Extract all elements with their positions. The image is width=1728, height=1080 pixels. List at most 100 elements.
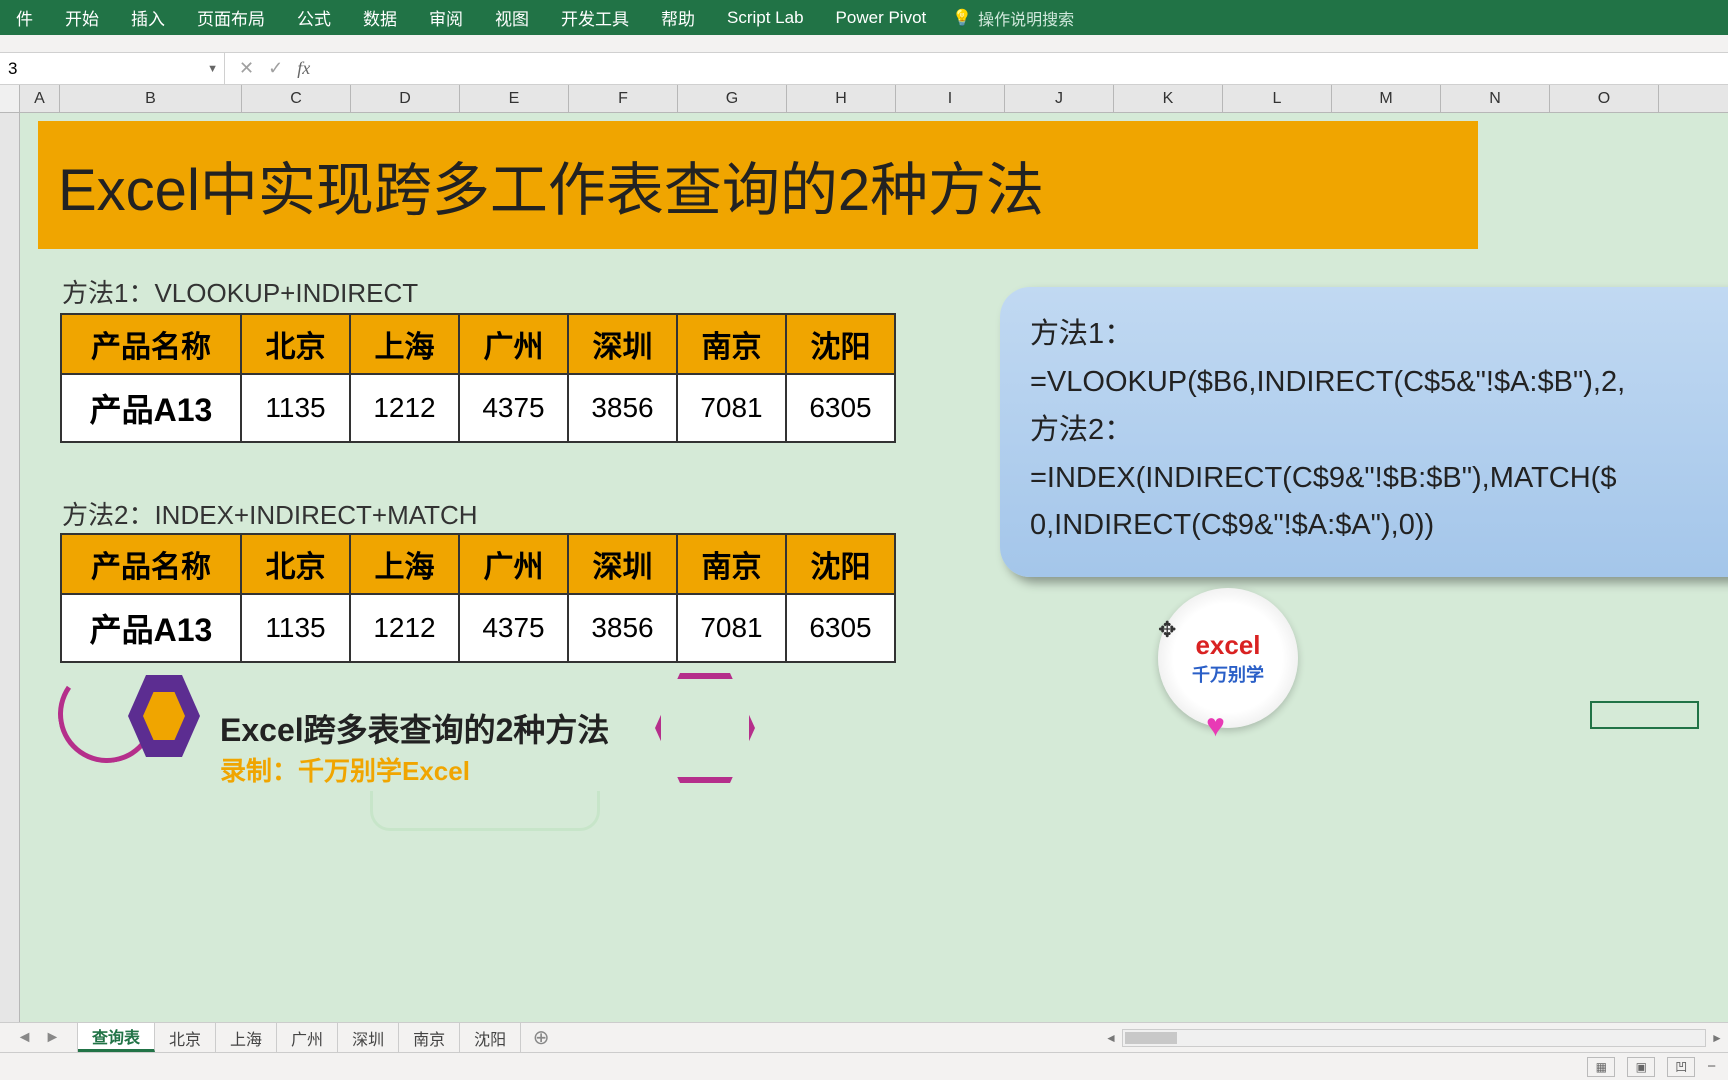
view-pagebreak-button[interactable]: 凹 (1667, 1057, 1695, 1077)
ribbon-tab-file[interactable]: 件 (0, 0, 49, 35)
ribbon-tab-dev[interactable]: 开发工具 (545, 0, 645, 35)
scroll-right-icon[interactable]: ► (1706, 1031, 1728, 1045)
bottom-banner: Excel跨多表查询的2种方法 录制：千万别学Excel (80, 683, 800, 813)
th-city[interactable]: 南京 (677, 534, 786, 594)
col-header-E[interactable]: E (460, 85, 569, 112)
th-city[interactable]: 沈阳 (786, 314, 895, 374)
cell-value[interactable]: 6305 (786, 374, 895, 442)
cell-value[interactable]: 1135 (241, 594, 350, 662)
col-header-F[interactable]: F (569, 85, 678, 112)
banner-title: Excel跨多表查询的2种方法 (220, 705, 609, 751)
ribbon-tab-data[interactable]: 数据 (347, 0, 413, 35)
banner-subtitle: 录制：千万别学Excel (220, 751, 470, 788)
cell-value[interactable]: 6305 (786, 594, 895, 662)
col-header-A[interactable]: A (20, 85, 60, 112)
ribbon-tabs: 件 开始 插入 页面布局 公式 数据 审阅 视图 开发工具 帮助 Script … (0, 0, 1728, 35)
row-headers[interactable] (0, 113, 20, 1022)
cell-value[interactable]: 1212 (350, 594, 459, 662)
formula-callout: 方法1： =VLOOKUP($B6,INDIRECT(C$5&"!$A:$B")… (1000, 287, 1728, 577)
sheet-tab-shenzhen[interactable]: 深圳 (338, 1023, 399, 1052)
th-product[interactable]: 产品名称 (61, 534, 241, 594)
table-method1: 产品名称 北京 上海 广州 深圳 南京 沈阳 产品A13 1135 1212 4… (60, 313, 896, 443)
th-city[interactable]: 北京 (241, 534, 350, 594)
sheet-content: Excel中实现跨多工作表查询的2种方法 方法1：VLOOKUP+INDIREC… (20, 113, 1728, 1022)
view-pagelayout-button[interactable]: ▣ (1627, 1057, 1655, 1077)
table-row: 产品名称 北京 上海 广州 深圳 南京 沈阳 (61, 534, 895, 594)
horizontal-scrollbar[interactable]: ◄ ► (1100, 1023, 1728, 1052)
cell-value[interactable]: 4375 (459, 594, 568, 662)
heart-icon: ♥ (1206, 707, 1225, 744)
ribbon-tab-review[interactable]: 审阅 (413, 0, 479, 35)
ribbon-tab-insert[interactable]: 插入 (115, 0, 181, 35)
sheet-tab-query[interactable]: 查询表 (78, 1023, 155, 1052)
cell-value[interactable]: 1212 (350, 374, 459, 442)
column-headers: A B C D E F G H I J K L M N O (0, 85, 1728, 113)
cancel-icon[interactable]: ✕ (239, 58, 254, 79)
col-header-K[interactable]: K (1114, 85, 1223, 112)
col-header-N[interactable]: N (1441, 85, 1550, 112)
col-header-H[interactable]: H (787, 85, 896, 112)
select-all-corner[interactable] (0, 85, 20, 112)
tell-me-label: 操作说明搜索 (978, 6, 1074, 30)
ribbon-tab-help[interactable]: 帮助 (645, 0, 711, 35)
cell-product[interactable]: 产品A13 (61, 594, 241, 662)
sheet-tab-shenyang[interactable]: 沈阳 (460, 1023, 521, 1052)
cell-value[interactable]: 1135 (241, 374, 350, 442)
cell-product[interactable]: 产品A13 (61, 374, 241, 442)
cell-value[interactable]: 7081 (677, 594, 786, 662)
scrollbar-track[interactable] (1122, 1029, 1706, 1047)
th-city[interactable]: 广州 (459, 534, 568, 594)
chevron-right-icon[interactable]: ► (45, 1029, 61, 1047)
th-city[interactable]: 广州 (459, 314, 568, 374)
ribbon-tab-formula[interactable]: 公式 (281, 0, 347, 35)
cell-value[interactable]: 7081 (677, 374, 786, 442)
scroll-left-icon[interactable]: ◄ (1100, 1031, 1122, 1045)
tell-me-search[interactable]: 💡 操作说明搜索 (952, 6, 1074, 30)
th-city[interactable]: 北京 (241, 314, 350, 374)
lightbulb-icon: 💡 (952, 8, 972, 28)
sheet-tab-beijing[interactable]: 北京 (155, 1023, 216, 1052)
badge-text1: excel (1195, 630, 1260, 661)
enter-icon[interactable]: ✓ (268, 58, 283, 79)
sheet-tab-guangzhou[interactable]: 广州 (277, 1023, 338, 1052)
col-header-C[interactable]: C (242, 85, 351, 112)
cell-value[interactable]: 4375 (459, 374, 568, 442)
col-header-D[interactable]: D (351, 85, 460, 112)
th-city[interactable]: 南京 (677, 314, 786, 374)
col-header-O[interactable]: O (1550, 85, 1659, 112)
view-normal-button[interactable]: ▦ (1587, 1057, 1615, 1077)
scrollbar-thumb[interactable] (1125, 1032, 1177, 1044)
col-header-J[interactable]: J (1005, 85, 1114, 112)
ribbon-tab-home[interactable]: 开始 (49, 0, 115, 35)
col-header-M[interactable]: M (1332, 85, 1441, 112)
th-city[interactable]: 上海 (350, 534, 459, 594)
th-city[interactable]: 深圳 (568, 534, 677, 594)
zoom-out-button[interactable]: − (1707, 1058, 1716, 1075)
col-header-L[interactable]: L (1223, 85, 1332, 112)
th-product[interactable]: 产品名称 (61, 314, 241, 374)
sheet-tab-nanjing[interactable]: 南京 (399, 1023, 460, 1052)
sheet-nav[interactable]: ◄ ► (0, 1023, 78, 1052)
ribbon-tab-powerpivot[interactable]: Power Pivot (820, 0, 943, 35)
th-city[interactable]: 上海 (350, 314, 459, 374)
th-city[interactable]: 深圳 (568, 314, 677, 374)
method1-label: 方法1：VLOOKUP+INDIRECT (62, 273, 418, 310)
th-city[interactable]: 沈阳 (786, 534, 895, 594)
status-bar: ▦ ▣ 凹 − (0, 1052, 1728, 1080)
chevron-left-icon[interactable]: ◄ (17, 1029, 33, 1047)
worksheet-area[interactable]: Excel中实现跨多工作表查询的2种方法 方法1：VLOOKUP+INDIREC… (0, 113, 1728, 1022)
sheet-tab-shanghai[interactable]: 上海 (216, 1023, 277, 1052)
name-box[interactable]: 3 ▼ (0, 53, 225, 84)
cell-value[interactable]: 3856 (568, 374, 677, 442)
formula-input[interactable] (324, 53, 1728, 84)
ribbon-tab-scriptlab[interactable]: Script Lab (711, 0, 820, 35)
ribbon-tab-layout[interactable]: 页面布局 (181, 0, 281, 35)
col-header-I[interactable]: I (896, 85, 1005, 112)
col-header-G[interactable]: G (678, 85, 787, 112)
cell-value[interactable]: 3856 (568, 594, 677, 662)
fx-icon[interactable]: fx (297, 58, 310, 79)
add-sheet-button[interactable]: ⊕ (521, 1023, 561, 1052)
ribbon-tab-view[interactable]: 视图 (479, 0, 545, 35)
col-header-B[interactable]: B (60, 85, 242, 112)
chevron-down-icon[interactable]: ▼ (207, 63, 218, 75)
